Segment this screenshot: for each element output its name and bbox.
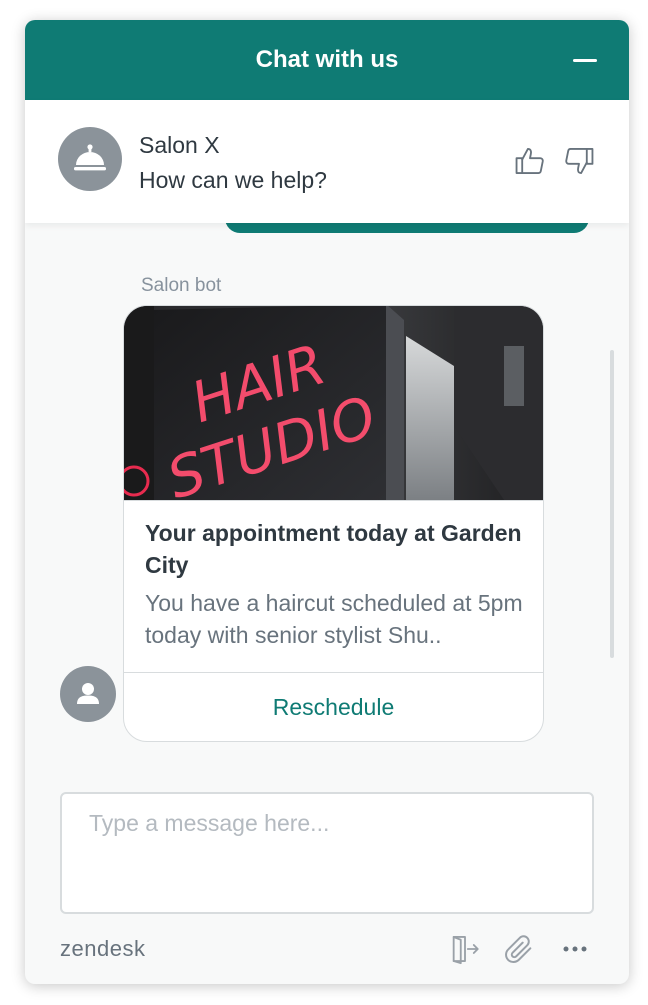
reschedule-button[interactable]: Reschedule bbox=[124, 673, 543, 741]
scrollbar-thumb[interactable] bbox=[610, 350, 614, 658]
paperclip-icon bbox=[505, 935, 532, 963]
agent-avatar bbox=[58, 127, 122, 191]
more-options-icon bbox=[563, 946, 587, 952]
chat-title: Chat with us bbox=[255, 46, 399, 73]
rate-up-button[interactable] bbox=[513, 144, 547, 178]
thumbs-up-icon bbox=[515, 148, 544, 174]
end-chat-button[interactable] bbox=[448, 932, 482, 966]
appointment-card: HAIR STUDIO Your appointment today at Ga… bbox=[123, 305, 544, 742]
end-chat-icon bbox=[452, 936, 479, 965]
previous-message-bubble bbox=[225, 223, 589, 233]
message-log[interactable]: Salon bot HAIR STUDIO Your appointment t… bbox=[25, 223, 629, 785]
agent-name: Salon X bbox=[139, 132, 220, 158]
bot-avatar bbox=[60, 666, 116, 722]
minimize-button[interactable] bbox=[567, 48, 607, 74]
card-image: HAIR STUDIO bbox=[124, 306, 543, 500]
chat-header: Chat with us bbox=[25, 20, 629, 100]
agent-bar: Salon X How can we help? bbox=[25, 100, 629, 223]
chat-widget: Chat with us Salon X How can we help? Sa… bbox=[25, 20, 629, 984]
zendesk-logo: zendesk bbox=[60, 936, 146, 961]
card-body: Your appointment today at Garden City Yo… bbox=[124, 500, 543, 673]
card-description: You have a haircut scheduled at 5pm toda… bbox=[145, 590, 523, 648]
service-bell-icon bbox=[74, 144, 106, 171]
card-title: Your appointment today at Garden City bbox=[145, 520, 522, 578]
user-icon bbox=[77, 683, 99, 704]
agent-status: How can we help? bbox=[139, 167, 327, 193]
minus-icon bbox=[573, 59, 597, 62]
sender-name: Salon bot bbox=[141, 275, 222, 296]
more-options-button[interactable] bbox=[558, 932, 592, 966]
thumbs-down-icon bbox=[565, 148, 594, 174]
message-input[interactable] bbox=[60, 792, 594, 914]
attach-file-button[interactable] bbox=[502, 932, 536, 966]
rate-down-button[interactable] bbox=[562, 144, 596, 178]
